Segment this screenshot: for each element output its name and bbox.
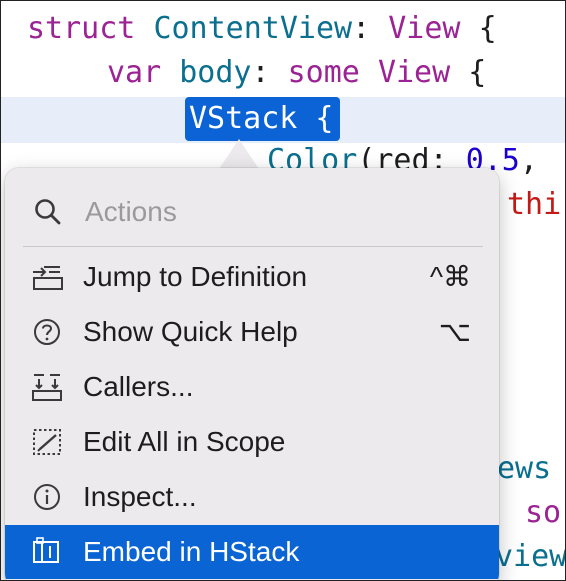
- editor-window: struct ContentView: View { var body: som…: [0, 0, 566, 581]
- menu-item-edit-all-in-scope[interactable]: Edit All in Scope: [5, 415, 499, 469]
- code-line-1[interactable]: struct ContentView: View {: [27, 7, 497, 51]
- keyword-some: some: [287, 55, 360, 90]
- code-line-7-partial[interactable]: so: [525, 491, 561, 535]
- comma: ,: [519, 143, 538, 178]
- keyword-struct: struct: [27, 11, 136, 46]
- menu-item-label: Jump to Definition: [83, 261, 308, 292]
- open-brace: {: [468, 55, 487, 90]
- question-circle-icon: [34, 319, 60, 345]
- code-line-5-partial[interactable]: thi: [507, 183, 561, 227]
- menu-item-show-quick-help[interactable]: Show Quick Help ⌥: [5, 305, 499, 359]
- selected-vstack-token[interactable]: VStack {: [185, 97, 340, 141]
- actions-popup-menu: Jump to Definition ^⌘ Show Quick Help ⌥: [5, 168, 499, 580]
- actions-search-input[interactable]: [83, 188, 467, 236]
- search-icon: [35, 199, 61, 225]
- menu-item-label: Show Quick Help: [83, 316, 298, 347]
- popup-arrow: [219, 139, 259, 169]
- type-name: ContentView: [153, 11, 353, 46]
- edit-scope-icon: [33, 429, 61, 455]
- open-brace: {: [478, 11, 497, 46]
- menu-divider: [23, 246, 483, 247]
- menu-item-label: Inspect...: [83, 481, 197, 512]
- menu-item-label: Embed in HStack: [83, 536, 300, 567]
- code-line-6-partial[interactable]: ews: [497, 447, 551, 491]
- menu-item-label: Edit All in Scope: [83, 426, 286, 457]
- protocol-name: View: [388, 11, 461, 46]
- menu-item-inspect[interactable]: Inspect...: [5, 470, 499, 524]
- menu-item-callers[interactable]: Callers...: [5, 360, 499, 414]
- keyword-var: var: [107, 55, 162, 90]
- menu-item-label: Callers...: [83, 371, 194, 402]
- actions-search-row: [5, 188, 499, 236]
- embed-hstack-icon: [33, 537, 59, 563]
- code-line-8-partial[interactable]: view: [495, 535, 565, 579]
- protocol-name: View: [377, 55, 451, 90]
- keyboard-shortcut: ⌥: [438, 316, 471, 347]
- jump-to-definition-icon: [33, 266, 63, 290]
- info-circle-icon: [34, 484, 60, 510]
- keyboard-shortcut: ^⌘: [429, 261, 471, 292]
- code-line-2[interactable]: var body: some View {: [107, 51, 486, 95]
- menu-item-jump-to-definition[interactable]: Jump to Definition ^⌘: [5, 250, 499, 304]
- menu-item-embed-in-hstack[interactable]: Embed in HStack: [5, 525, 499, 579]
- callers-icon: [32, 374, 62, 401]
- property-name: body: [179, 55, 252, 90]
- colon: :: [352, 11, 371, 46]
- colon: :: [251, 55, 270, 90]
